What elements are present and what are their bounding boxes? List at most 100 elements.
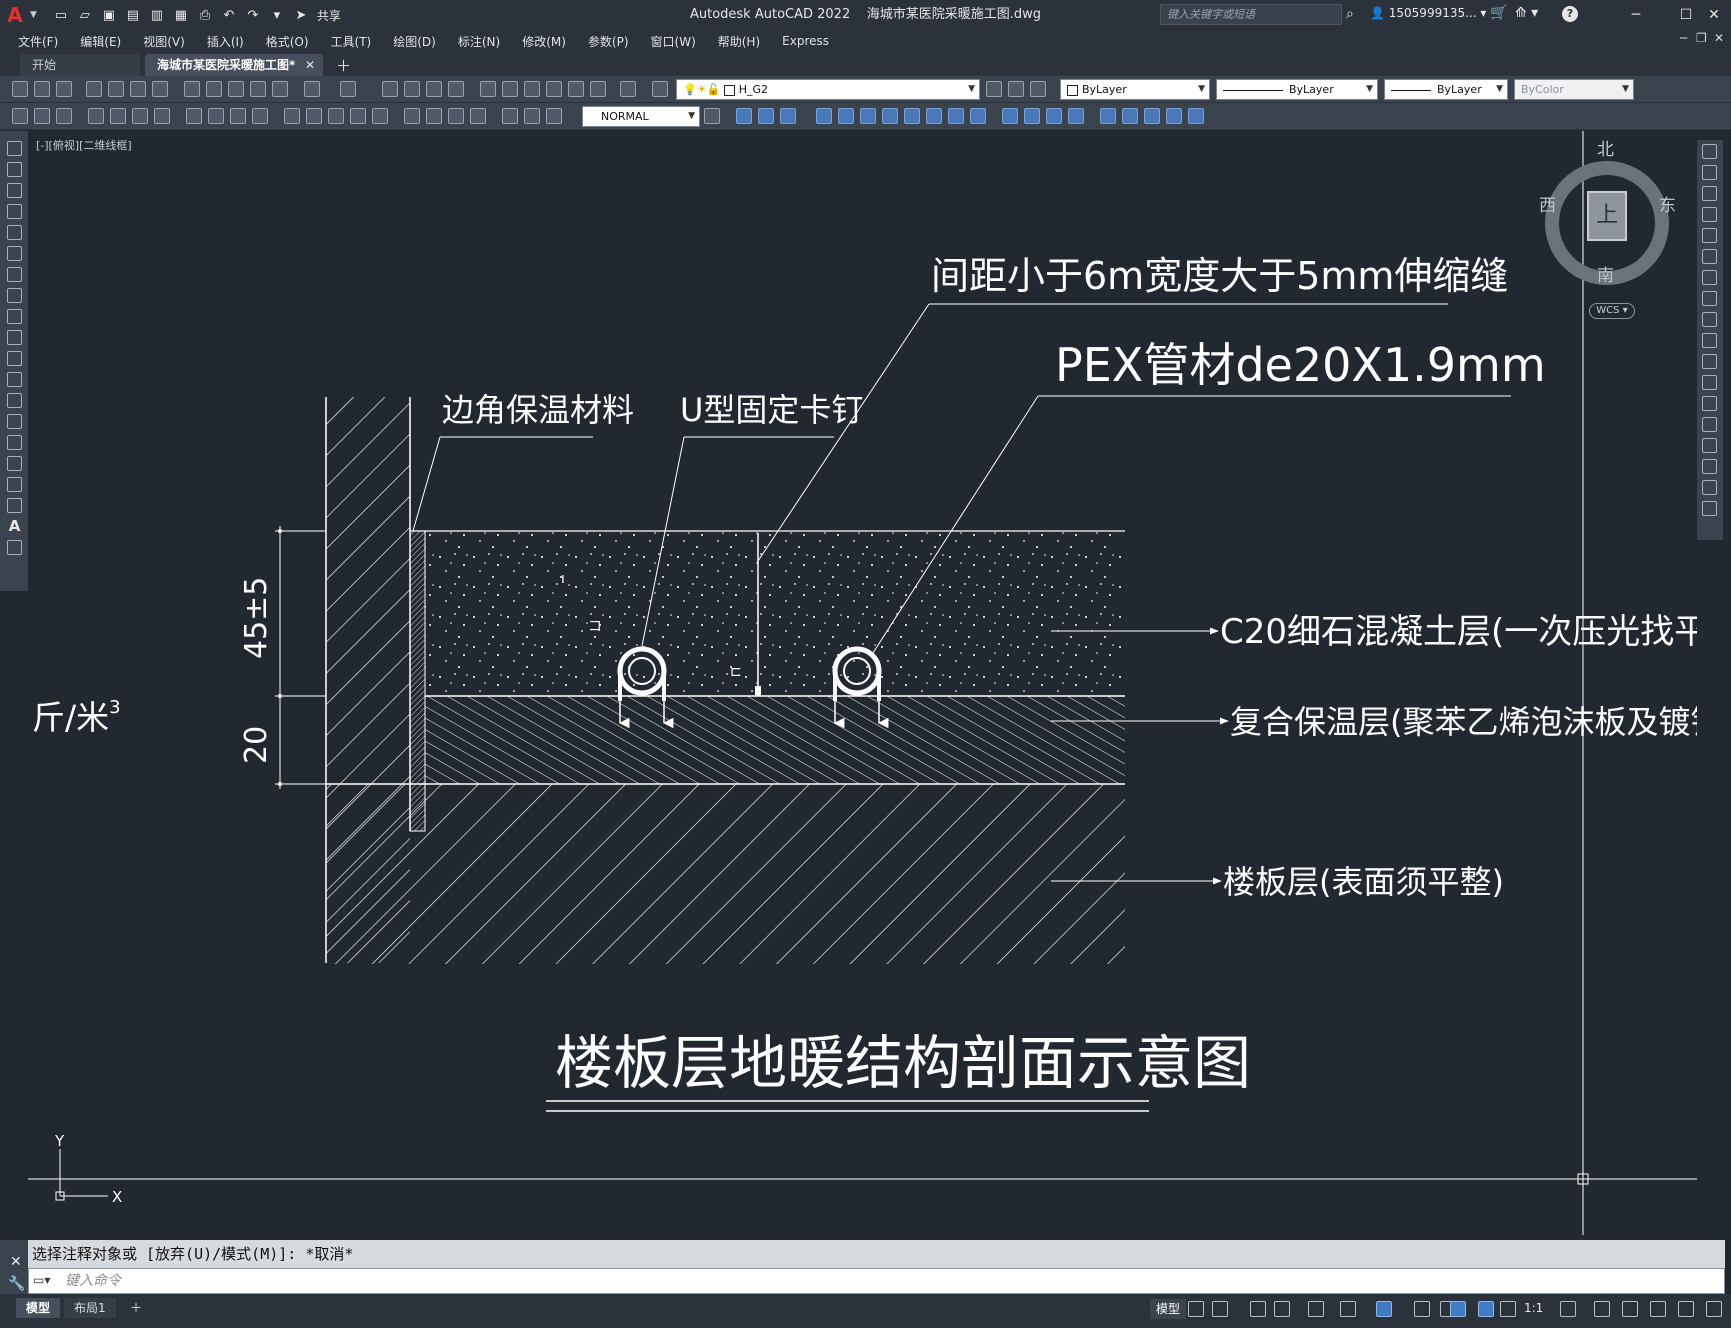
menu-insert[interactable]: 插入(I) <box>207 33 244 50</box>
spline-icon[interactable] <box>7 309 22 324</box>
tb-dim-arc-icon[interactable] <box>132 108 148 124</box>
tb-quick-dim-icon[interactable] <box>284 108 300 124</box>
menu-edit[interactable]: 编辑(E) <box>80 33 121 50</box>
ucs-icon[interactable]: Y X <box>54 1132 122 1206</box>
blend-curves-icon[interactable] <box>1702 480 1717 495</box>
layer-dropdown[interactable]: 💡☀🔓 H_G2 ▼ <box>676 79 980 100</box>
isodraft-icon[interactable] <box>1308 1301 1324 1317</box>
point-icon[interactable] <box>7 414 22 429</box>
line-tool-icon[interactable] <box>7 141 22 156</box>
tb-3d-box-icon[interactable] <box>736 108 752 124</box>
copy-object-icon[interactable] <box>1702 165 1717 180</box>
tb-dim-style-icon[interactable] <box>704 108 720 124</box>
polyline-icon[interactable] <box>7 183 22 198</box>
array-icon[interactable] <box>1702 228 1717 243</box>
tb-3d-walk-icon[interactable] <box>1122 108 1138 124</box>
new-file-icon[interactable]: ▭ <box>51 5 71 25</box>
undo-icon[interactable]: ↶ <box>219 5 239 25</box>
tab-drawing[interactable]: 海城市某医院采暖施工图* ✕ <box>145 54 323 76</box>
command-input-area[interactable]: ▭▾ 键入命令 <box>28 1268 1725 1294</box>
menu-tools[interactable]: 工具(T) <box>331 33 372 50</box>
tb-dim-diameter-icon[interactable] <box>230 108 246 124</box>
tab-close-icon[interactable]: ✕ <box>305 54 315 76</box>
tab-model[interactable]: 模型 <box>16 1298 61 1318</box>
tb-new-icon[interactable] <box>12 81 28 97</box>
tb-tolerance-icon[interactable] <box>404 108 420 124</box>
tb-3d-torus-icon[interactable] <box>860 108 876 124</box>
tb-3d-slice-icon[interactable] <box>1046 108 1062 124</box>
close-icon[interactable]: ✕ <box>1702 4 1726 26</box>
rectangle-icon[interactable] <box>7 225 22 240</box>
tb-redo-icon[interactable] <box>340 81 356 97</box>
plotstyle-dropdown[interactable]: ByColor ▼ <box>1514 79 1634 100</box>
menu-format[interactable]: 格式(O) <box>266 33 309 50</box>
tb-properties-icon[interactable] <box>480 81 496 97</box>
tb-cut-icon[interactable] <box>184 81 200 97</box>
tb-dim-linear-icon[interactable] <box>88 108 104 124</box>
tb-3d-intersect-icon[interactable] <box>1024 108 1040 124</box>
redo-icon[interactable]: ↷ <box>243 5 263 25</box>
tb-3d-cone-icon[interactable] <box>780 108 796 124</box>
polar-icon[interactable] <box>1274 1301 1290 1317</box>
tb-jogged-linear-icon[interactable] <box>470 108 486 124</box>
tb-layer-properties-icon[interactable] <box>652 81 668 97</box>
compass-east[interactable]: 东 <box>1659 191 1676 216</box>
tb-plot-icon[interactable] <box>86 81 102 97</box>
plot-icon[interactable]: ⎙ <box>195 5 215 25</box>
tb-calculator-icon[interactable] <box>590 81 606 97</box>
offset-icon[interactable] <box>1702 207 1717 222</box>
tb-dim-angular-icon[interactable] <box>252 108 268 124</box>
tb-3d-extrude-icon[interactable] <box>882 108 898 124</box>
tb-sheet-set-icon[interactable] <box>546 81 562 97</box>
add-selected-icon[interactable] <box>7 540 22 555</box>
color-dropdown[interactable]: ByLayer ▼ <box>1060 79 1210 100</box>
explode-icon[interactable] <box>1702 501 1717 516</box>
tb-3d-orbit-icon[interactable] <box>1100 108 1116 124</box>
annotation-scale-icon[interactable] <box>1500 1301 1516 1317</box>
tb-dim-text-edit-icon[interactable] <box>524 108 540 124</box>
tb-design-center-icon[interactable] <box>502 81 518 97</box>
menu-dimension[interactable]: 标注(N) <box>458 33 500 50</box>
move-icon[interactable] <box>1702 249 1717 264</box>
menu-window[interactable]: 窗口(W) <box>651 33 696 50</box>
tb-paste-icon[interactable] <box>228 81 244 97</box>
tb-dim-break-icon[interactable] <box>372 108 388 124</box>
user-account[interactable]: 👤 1505999135... ▾ <box>1370 6 1486 20</box>
save-web-icon[interactable]: ▦ <box>171 5 191 25</box>
customization-icon[interactable] <box>1706 1301 1722 1317</box>
add-layout-icon[interactable]: ＋ <box>120 1298 152 1318</box>
object-snap-icon[interactable] <box>1376 1301 1392 1317</box>
trim-icon[interactable] <box>1702 333 1717 348</box>
rotate-icon[interactable] <box>1702 270 1717 285</box>
minimize-icon[interactable]: ─ <box>1624 4 1648 26</box>
menu-parametric[interactable]: 参数(P) <box>588 33 629 50</box>
viewcube[interactable]: 北 南 东 西 上 WCS ▾ <box>1535 140 1695 333</box>
wcs-menu[interactable]: WCS ▾ <box>1589 303 1635 319</box>
tb-3d-wedge-icon[interactable] <box>758 108 774 124</box>
tb-center-mark-icon[interactable] <box>426 108 442 124</box>
share-button[interactable]: 共享 <box>317 7 341 24</box>
annotation-scale-value[interactable]: 1:1 <box>1524 1301 1543 1315</box>
tb-match-prop-icon[interactable] <box>250 81 266 97</box>
join-icon[interactable] <box>1702 417 1717 432</box>
tb-inspect-icon[interactable] <box>448 108 464 124</box>
menu-help[interactable]: 帮助(H) <box>718 33 760 50</box>
customize-qat-icon[interactable]: ▾ <box>267 5 287 25</box>
tb-toolbar-c-icon[interactable] <box>56 108 72 124</box>
tb-block-editor-icon[interactable] <box>272 81 288 97</box>
hatch-icon[interactable] <box>7 435 22 450</box>
arc-icon[interactable] <box>7 246 22 261</box>
tb-dim-aligned-icon[interactable] <box>110 108 126 124</box>
app-menu-chevron-icon[interactable]: ▼ <box>30 10 37 20</box>
tb-3d-section-icon[interactable] <box>1068 108 1084 124</box>
linetype-dropdown[interactable]: ByLayer ▼ <box>1216 79 1378 100</box>
isolate-objects-icon[interactable] <box>1622 1301 1638 1317</box>
tb-toolbar-a-icon[interactable] <box>12 108 28 124</box>
ellipse-arc-icon[interactable] <box>7 351 22 366</box>
table-icon[interactable] <box>7 498 22 513</box>
annotation-monitor-icon[interactable] <box>1594 1301 1610 1317</box>
stretch-icon[interactable] <box>1702 312 1717 327</box>
autocad-logo-icon[interactable]: A <box>0 0 30 30</box>
command-input[interactable]: 键入命令 <box>65 1269 121 1293</box>
command-line-handle[interactable]: ✕ 🔧 <box>0 1240 28 1294</box>
